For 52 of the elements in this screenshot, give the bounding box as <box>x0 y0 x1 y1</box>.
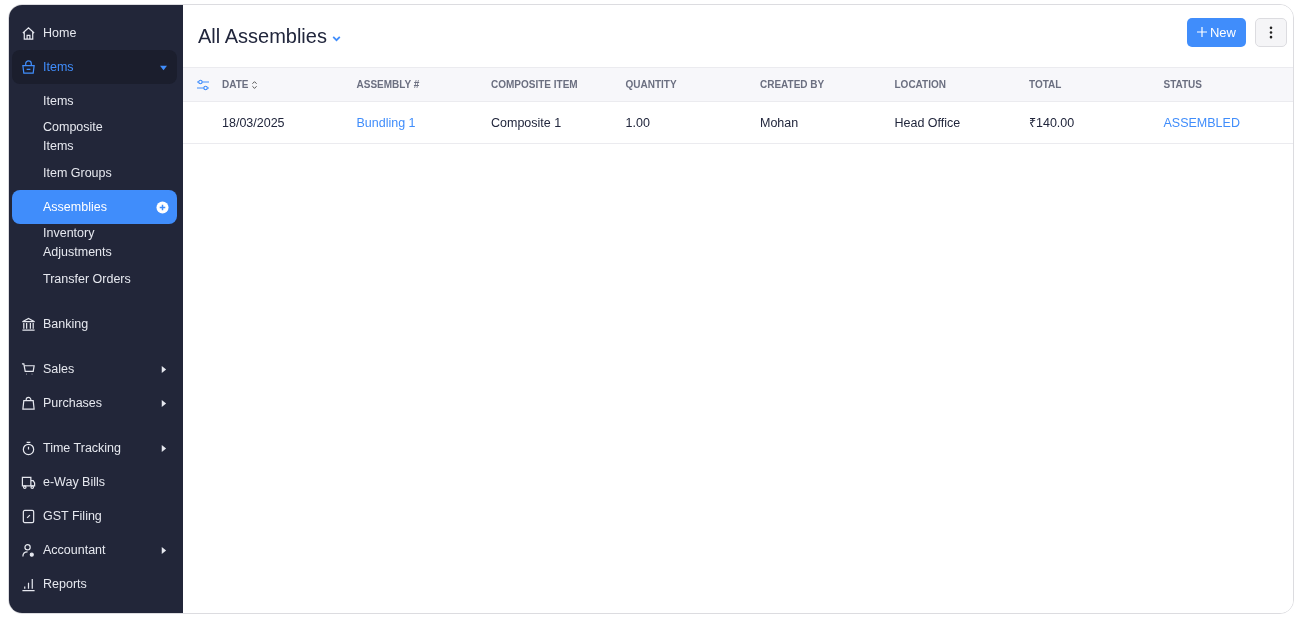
caret-right-icon <box>160 399 167 407</box>
column-header[interactable]: COMPOSITE ITEM <box>491 79 578 90</box>
caret-right-icon <box>160 444 167 452</box>
column-header[interactable]: TOTAL <box>1029 79 1062 90</box>
nav-item[interactable]: Accountant <box>12 533 177 567</box>
sliders-icon[interactable] <box>196 78 210 91</box>
column-header[interactable]: QUANTITY <box>625 79 677 90</box>
nav-item[interactable]: Purchases <box>12 386 177 420</box>
person-icon <box>21 542 36 558</box>
nav-item[interactable]: Banking <box>12 307 177 341</box>
nav-subitem[interactable]: Items <box>12 84 177 118</box>
column-header[interactable]: CREATED BY <box>760 79 825 90</box>
nav-item[interactable]: Time Tracking <box>12 431 177 465</box>
nav-item[interactable]: e-Way Bills <box>12 465 177 499</box>
nav-subitem[interactable]: Transfer Orders <box>12 262 177 296</box>
nav-subitem[interactable]: Composite Items <box>12 118 177 156</box>
caret-down-icon <box>160 63 167 71</box>
more-icon <box>1269 25 1273 39</box>
caret-right-icon <box>160 365 167 373</box>
column-header[interactable]: ASSEMBLY # <box>356 79 420 90</box>
chart-icon <box>21 576 36 592</box>
truck-icon <box>21 474 36 490</box>
plus-icon <box>1197 27 1207 37</box>
more-button[interactable] <box>1255 17 1287 47</box>
nav-subitem[interactable]: Item Groups <box>12 156 177 190</box>
shop-icon <box>21 395 36 411</box>
nav-item[interactable]: Reports <box>12 567 177 601</box>
nav-item[interactable]: Home <box>12 16 177 50</box>
caret-right-icon <box>160 546 167 554</box>
nav-item[interactable]: Items <box>12 50 177 84</box>
column-header[interactable]: DATE <box>222 79 249 90</box>
table-cell: 1.00 <box>625 115 650 130</box>
column-header[interactable]: STATUS <box>1163 79 1202 90</box>
table-cell: Mohan <box>760 115 799 130</box>
table-cell-text: ₹140.00 <box>1029 115 1075 131</box>
table-cell: Head Office <box>894 115 961 130</box>
column-header[interactable]: LOCATION <box>894 79 946 90</box>
cart-icon <box>21 361 36 377</box>
nav-item[interactable]: Sales <box>12 352 177 386</box>
nav-subitem[interactable]: Inventory Adjustments <box>12 224 177 262</box>
table-cell: 18/03/2025 <box>222 115 285 130</box>
home-icon <box>21 25 36 41</box>
bank-icon <box>21 316 36 332</box>
nav-item[interactable]: GST Filing <box>12 499 177 533</box>
status-text: ASSEMBLED <box>1163 115 1240 130</box>
timer-icon <box>21 440 36 456</box>
table-cell: Composite 1 <box>491 115 562 130</box>
bag-icon <box>21 59 36 75</box>
add-icon[interactable] <box>156 200 169 214</box>
sort-icon[interactable] <box>251 79 259 90</box>
doc-icon <box>21 508 36 524</box>
page-title: All Assemblies <box>198 24 327 48</box>
